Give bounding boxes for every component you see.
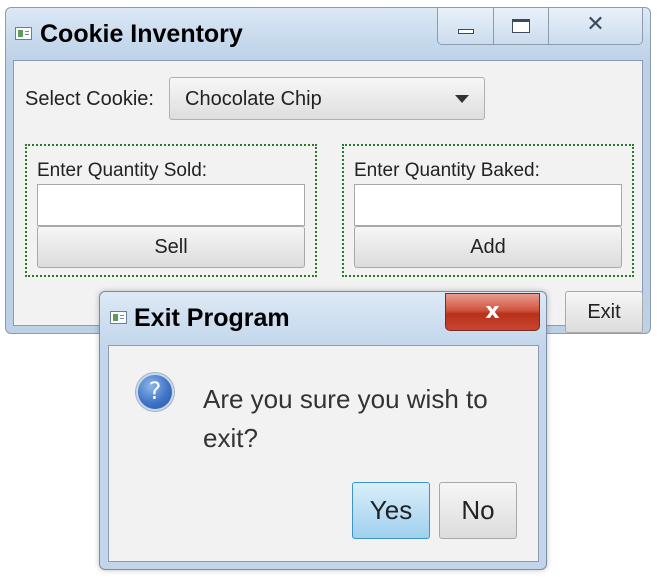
quantity-sold-group: Enter Quantity Sold: Sell xyxy=(25,144,317,277)
quantity-baked-input[interactable] xyxy=(354,184,622,226)
chevron-down-icon xyxy=(455,95,469,103)
app-window-icon xyxy=(15,27,32,40)
close-icon: ✕ xyxy=(586,12,605,37)
main-window-title: Cookie Inventory xyxy=(40,20,243,48)
quantity-sold-input[interactable] xyxy=(37,184,305,226)
cookie-combo-box[interactable]: Chocolate Chip xyxy=(169,77,485,120)
dialog-client-area: ? Are you sure you wish to exit? Yes No xyxy=(108,345,539,562)
main-window: Cookie Inventory ✕ Select Cookie: Chocol… xyxy=(5,7,651,334)
select-cookie-label: Select Cookie: xyxy=(25,88,154,110)
exit-button[interactable]: Exit xyxy=(565,291,643,333)
add-button[interactable]: Add xyxy=(354,226,622,268)
dialog-window-icon xyxy=(110,311,127,324)
no-button[interactable]: No xyxy=(439,482,517,539)
cookie-combo-value: Chocolate Chip xyxy=(185,88,322,110)
maximize-button[interactable] xyxy=(494,8,549,44)
close-icon: x xyxy=(485,299,500,324)
quantity-baked-group: Enter Quantity Baked: Add xyxy=(342,144,634,277)
sell-button[interactable]: Sell xyxy=(37,226,305,268)
main-titlebar[interactable]: Cookie Inventory ✕ xyxy=(6,8,650,60)
quantity-baked-label: Enter Quantity Baked: xyxy=(354,160,540,181)
dialog-close-button[interactable]: x xyxy=(445,293,540,331)
exit-dialog: Exit Program x ? Are you sure you wish t… xyxy=(99,291,547,570)
main-client-area: Select Cookie: Chocolate Chip Enter Quan… xyxy=(13,60,643,333)
question-icon: ? xyxy=(136,373,174,411)
dialog-title: Exit Program xyxy=(134,304,290,332)
close-button[interactable]: ✕ xyxy=(549,8,642,44)
yes-button[interactable]: Yes xyxy=(352,482,430,539)
minimize-button[interactable] xyxy=(438,8,494,44)
dialog-message: Are you sure you wish to exit? xyxy=(203,384,488,453)
caption-buttons: ✕ xyxy=(437,8,643,45)
quantity-sold-label: Enter Quantity Sold: xyxy=(37,160,208,181)
